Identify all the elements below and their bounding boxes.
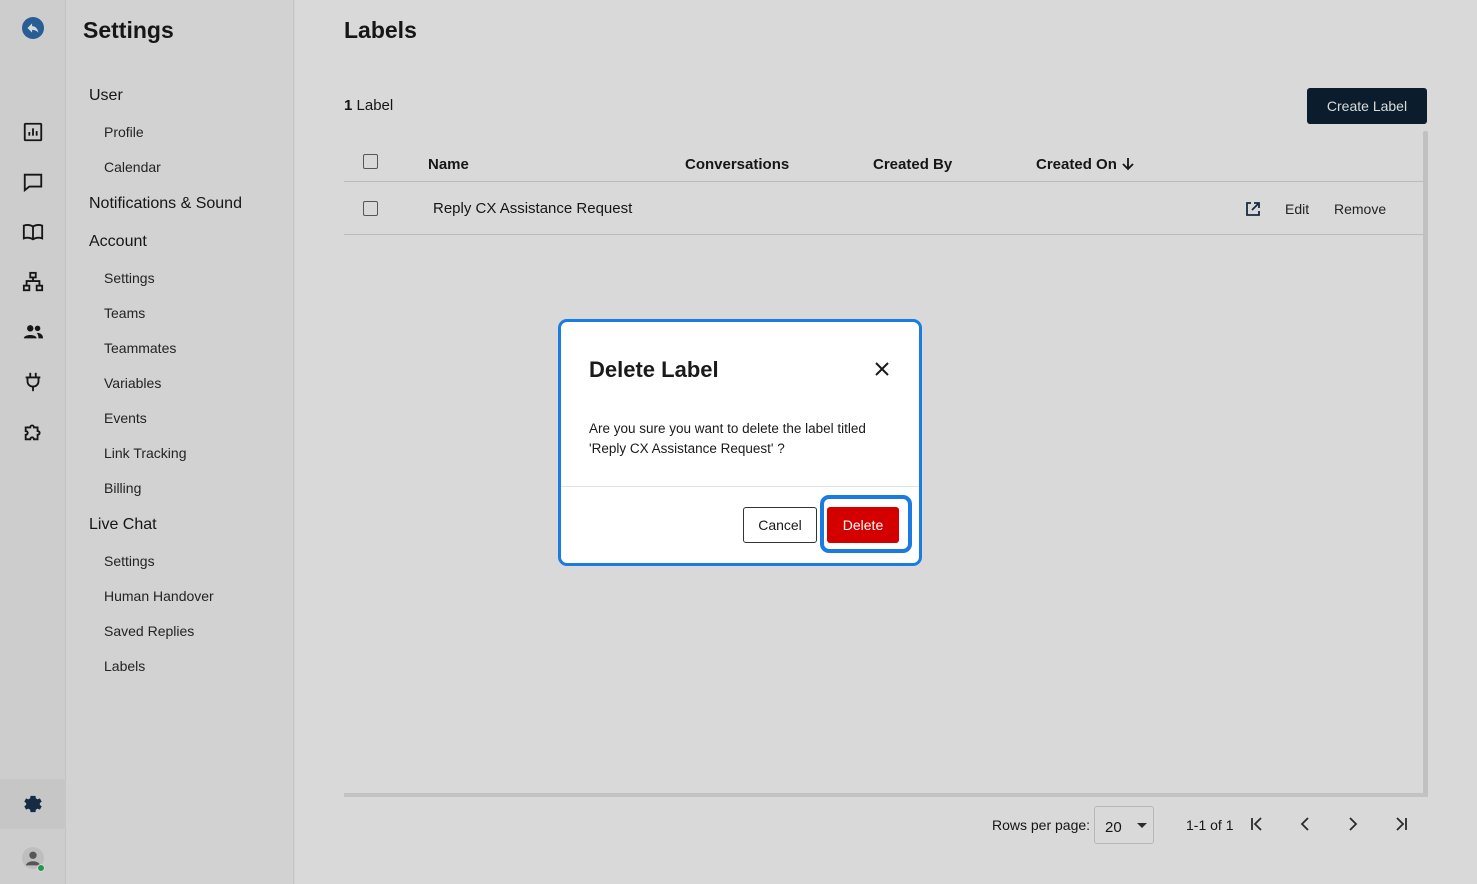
- delete-button[interactable]: Delete: [827, 507, 899, 543]
- dialog-message-line2: 'Reply CX Assistance Request' ?: [589, 441, 785, 456]
- delete-label-dialog: Delete Label Are you sure you want to de…: [558, 319, 922, 566]
- close-icon[interactable]: [871, 358, 893, 380]
- cancel-button[interactable]: Cancel: [743, 507, 817, 543]
- dialog-title: Delete Label: [589, 357, 719, 382]
- dialog-message-line1: Are you sure you want to delete the labe…: [589, 421, 866, 436]
- dialog-divider: [561, 486, 919, 487]
- dialog-message: Are you sure you want to delete the labe…: [589, 419, 899, 459]
